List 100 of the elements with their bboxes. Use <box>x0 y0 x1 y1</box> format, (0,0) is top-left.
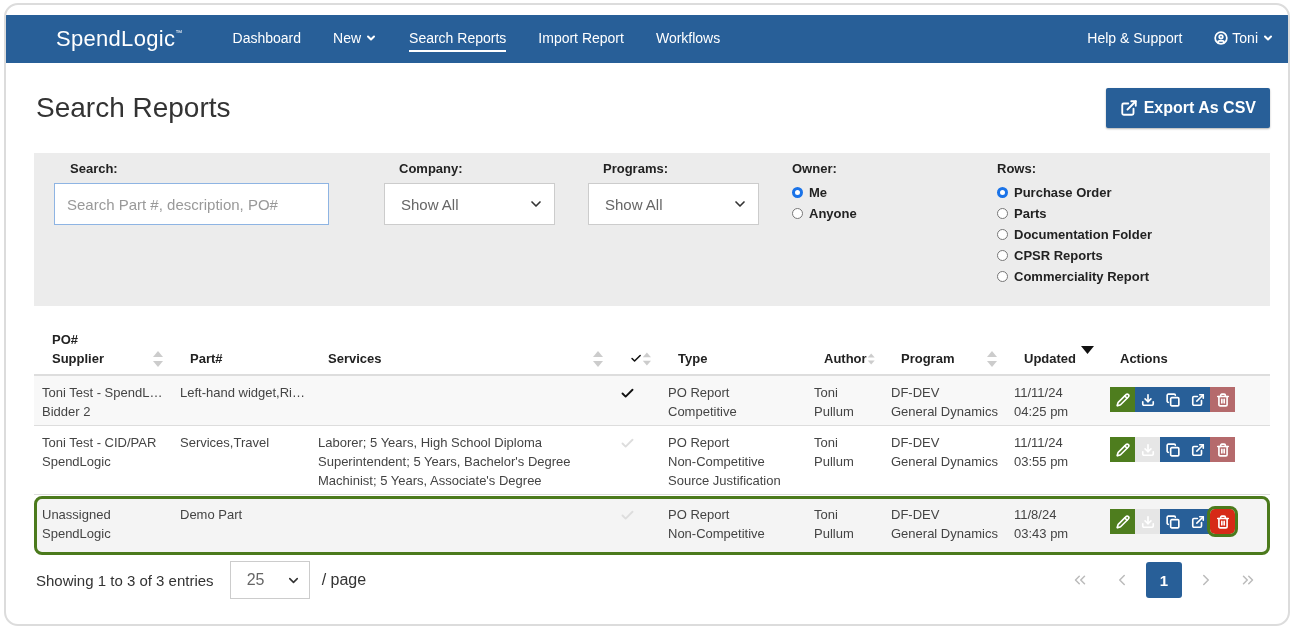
column-header[interactable]: Type <box>678 349 708 368</box>
table-cell-text: DF-DEV <box>891 384 941 402</box>
external-link-icon <box>1190 392 1205 407</box>
table-cell-text: PO Report <box>668 434 731 452</box>
column-header[interactable]: Updated <box>1024 349 1076 368</box>
page-button[interactable]: 1 <box>1146 562 1182 598</box>
column-header[interactable]: Supplier <box>52 349 104 368</box>
column-header[interactable]: PO# <box>52 330 104 349</box>
nav-link[interactable]: Import Report <box>538 26 624 52</box>
download-button[interactable] <box>1135 387 1160 412</box>
radio-option[interactable]: Me <box>792 185 997 200</box>
column-header[interactable]: Part# <box>190 349 223 368</box>
table-cell-text: Pullum <box>814 403 855 421</box>
table-cell-text: Pullum <box>814 453 855 471</box>
search-field[interactable]: Search Part #, description, PO# <box>54 183 329 225</box>
table-cell-text: Machinist; 5 Years, Associate's Degree <box>318 472 543 490</box>
table-cell-text: 11/11/24 <box>1014 434 1064 452</box>
table-cell-text: General Dynamics <box>891 525 998 543</box>
radio-option[interactable]: Anyone <box>792 206 997 221</box>
copy-icon <box>1165 392 1180 407</box>
table-cell-text: Superintendent; 5 Years, Bachelor's Degree <box>318 453 572 471</box>
table-cell-text: SpendLogic <box>42 453 112 471</box>
delete-button[interactable] <box>1210 509 1235 534</box>
table-cell-text: DF-DEV <box>891 434 941 452</box>
copy-button[interactable] <box>1160 437 1185 462</box>
table-cell-text: General Dynamics <box>891 453 998 471</box>
table-cell-text: Pullum <box>814 525 855 543</box>
column-header[interactable]: Author <box>824 349 867 368</box>
radio-option[interactable]: CPSR Reports <box>997 248 1250 263</box>
external-link-icon <box>1190 514 1205 529</box>
radio-button[interactable] <box>792 187 803 198</box>
radio-button[interactable] <box>792 208 803 219</box>
radio-option[interactable]: Parts <box>997 206 1250 221</box>
open-button[interactable] <box>1185 387 1210 412</box>
table-cell-text: PO Report <box>668 384 731 402</box>
radio-button[interactable] <box>997 208 1008 219</box>
table-cell-text: Source Justification <box>668 472 782 490</box>
table-cell-text: Toni <box>814 384 839 402</box>
page-size-select[interactable]: 25 <box>229 561 310 599</box>
page-size-label: / page <box>321 571 367 589</box>
pencil-icon <box>1115 392 1130 407</box>
table-cell-text: Demo Part <box>180 506 244 524</box>
table-cell-text: 03:55 pm <box>1014 453 1070 471</box>
field-label: Company: <box>398 161 464 176</box>
radio-button[interactable] <box>997 250 1008 261</box>
trash-icon <box>1215 514 1230 529</box>
radio-option[interactable]: Purchase Order <box>997 185 1250 200</box>
table-cell-text: Toni <box>814 506 839 524</box>
copy-button[interactable] <box>1160 509 1185 534</box>
nav-link[interactable]: New <box>333 26 378 52</box>
table-cell-text: PO Report <box>668 506 731 524</box>
radio-option[interactable]: Commerciality Report <box>997 269 1250 284</box>
nav-link[interactable]: Search Reports <box>409 26 507 52</box>
sort-descending-icon[interactable] <box>1081 346 1094 354</box>
table-cell-text: Toni Test - SpendL… <box>42 384 164 402</box>
download-icon <box>1140 514 1155 529</box>
entries-info: Showing 1 to 3 of 3 entries <box>36 571 214 589</box>
table-cell-text: 04:25 pm <box>1014 403 1070 421</box>
nav-link[interactable]: Help & Support <box>1087 26 1183 52</box>
radio-button[interactable] <box>997 187 1008 198</box>
nav-link[interactable]: Workflows <box>655 26 721 52</box>
table-cell-text: 03:43 pm <box>1014 525 1070 543</box>
radio-option[interactable]: Documentation Folder <box>997 227 1250 242</box>
field-label: Owner: <box>792 161 838 176</box>
external-link-icon <box>1190 442 1205 457</box>
select-field[interactable]: Show All <box>588 183 759 225</box>
delete-button[interactable] <box>1210 437 1235 462</box>
nav-link[interactable]: Dashboard <box>232 26 302 52</box>
field-label: Programs: <box>602 161 670 176</box>
table-cell-text: 11/11/24 <box>1014 384 1064 402</box>
select-field[interactable]: Show All <box>384 183 555 225</box>
table-cell-text: Non-Competitive <box>668 453 766 471</box>
open-button[interactable] <box>1185 437 1210 462</box>
edit-button[interactable] <box>1110 387 1135 412</box>
table-cell-text: Services,Travel <box>180 434 271 452</box>
table-cell-text: General Dynamics <box>891 403 998 421</box>
table-cell-text: Toni <box>814 434 839 452</box>
column-header[interactable]: Program <box>901 349 955 368</box>
edit-button[interactable] <box>1110 509 1135 534</box>
table-cell-text: DF-DEV <box>891 506 941 524</box>
radio-button[interactable] <box>997 229 1008 240</box>
field-label: Rows: <box>997 161 1037 176</box>
user-icon <box>1214 31 1229 45</box>
copy-icon <box>1165 442 1180 457</box>
table-cell-text: Toni Test - CID/PAR <box>42 434 158 452</box>
table-cell-text: Bidder 2 <box>42 403 92 421</box>
table-cell-text: Non-Competitive <box>668 525 766 543</box>
page-title: Search Reports <box>36 92 231 124</box>
export-button[interactable]: Export As CSV <box>1105 88 1270 128</box>
column-header[interactable]: Actions <box>1120 349 1168 368</box>
user-menu[interactable]: Toni <box>1214 26 1274 52</box>
trash-icon <box>1215 442 1230 457</box>
edit-button[interactable] <box>1110 437 1135 462</box>
export-icon <box>1119 99 1138 117</box>
radio-button[interactable] <box>997 271 1008 282</box>
download-icon <box>1140 442 1155 457</box>
pencil-icon <box>1115 514 1130 529</box>
column-header[interactable]: Services <box>328 349 382 368</box>
delete-button[interactable] <box>1210 387 1235 412</box>
table-cell-text: Left-hand widget,Ri… <box>180 384 302 402</box>
